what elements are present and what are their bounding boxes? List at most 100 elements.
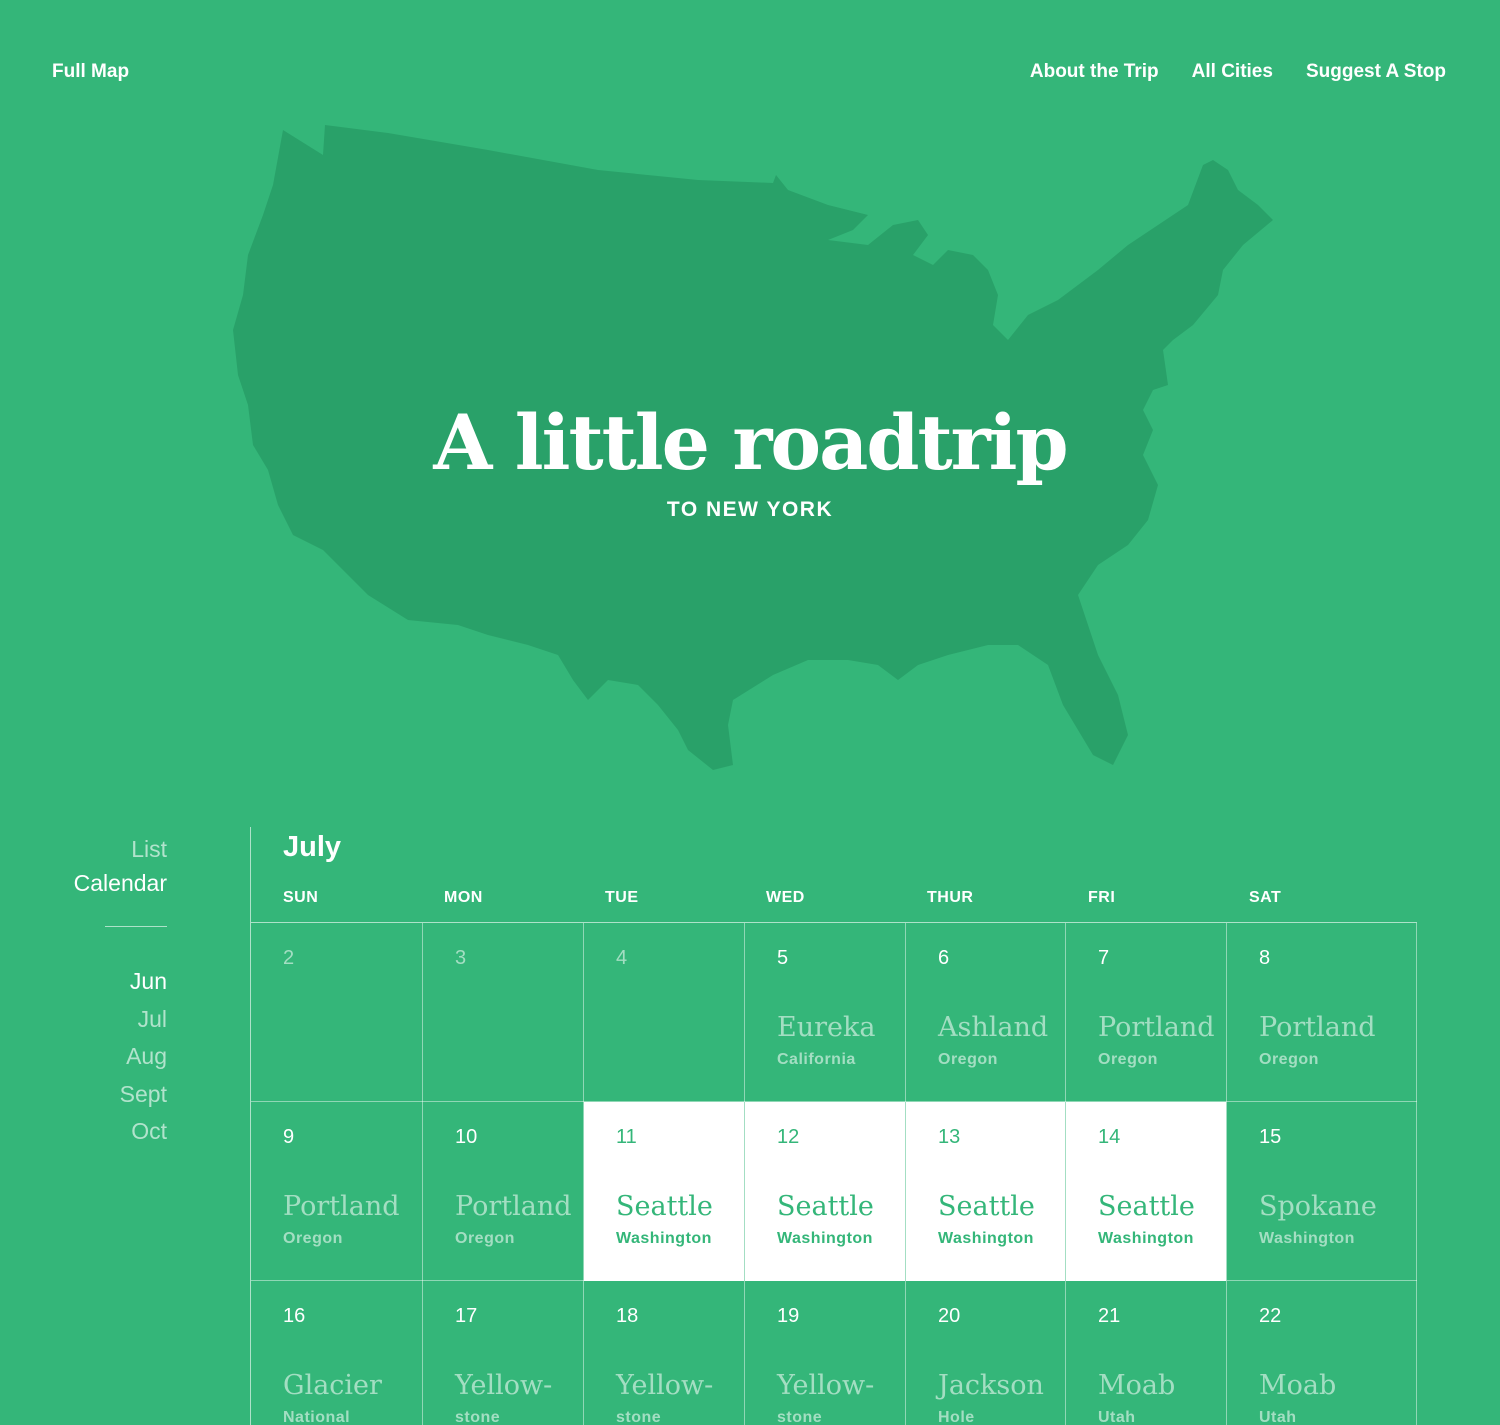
day-number: 4 [616,947,628,969]
day-number: 5 [777,947,789,969]
day-state: stone [616,1409,662,1425]
view-calendar-option[interactable]: Calendar [0,866,167,900]
day-number: 22 [1259,1305,1282,1327]
day-city: Yellow- [777,1370,875,1401]
day-city: Moab [1259,1370,1337,1401]
day-city: Spokane [1259,1191,1377,1222]
day-state: stone [777,1409,823,1425]
day-state: Hole [938,1409,975,1425]
calendar-day-cell[interactable]: 14 Seattle Washington [1066,1102,1227,1281]
day-city: Seattle [938,1191,1035,1222]
day-state: Washington [777,1230,873,1247]
calendar-day-cell[interactable]: 22 Moab Utah [1227,1281,1417,1425]
calendar-day-cell[interactable]: 8 Portland Oregon [1227,923,1417,1102]
calendar-day-cell[interactable]: 15 Spokane Washington [1227,1102,1417,1281]
calendar-weekday-header: SUN MON TUE WED THUR FRI SAT [251,889,1417,923]
calendar-week-row: 9 Portland Oregon 10 Portland Oregon 11 Seattle… [251,1102,1417,1281]
day-city: Portland [1259,1012,1376,1043]
day-number: 6 [938,947,950,969]
calendar-day-cell[interactable]: 4 [584,923,745,1102]
top-nav: About the Trip All Cities Suggest A Stop [1030,61,1446,83]
day-city: Portland [283,1191,400,1222]
calendar-sidebar: List Calendar Jun Jul Aug Sept Oct [0,832,167,1151]
calendar-day-cell[interactable]: 20 Jackson Hole [906,1281,1066,1425]
day-state: Washington [1259,1230,1355,1247]
day-city: Portland [1098,1012,1215,1043]
calendar-day-cell[interactable]: 16 Glacier National [251,1281,423,1425]
day-number: 11 [616,1126,637,1148]
day-number: 2 [283,947,295,969]
calendar-day-cell[interactable]: 18 Yellow-stone [584,1281,745,1425]
day-number: 14 [1098,1126,1121,1148]
calendar-day-cell[interactable]: 21 Moab Utah [1066,1281,1227,1425]
view-list-option[interactable]: List [0,832,167,866]
calendar-day-cell[interactable]: 11 Seattle Washington [584,1102,745,1281]
month-oct-option[interactable]: Oct [0,1113,167,1151]
calendar-day-cell[interactable]: 2 [251,923,423,1102]
calendar-week-row: 16 Glacier National 17 Yellow-stone 18 Yellow-… [251,1281,1417,1425]
hero-title: A little roadtrip [433,398,1068,487]
all-cities-link[interactable]: All Cities [1192,61,1273,83]
day-city: Seattle [1098,1191,1195,1222]
calendar-week-row: 2 3 4 5 Eureka California 6 Ashland Oregon 7 Portl… [251,923,1417,1102]
day-number: 9 [283,1126,295,1148]
weekday-label: WED [766,889,805,906]
day-number: 3 [455,947,467,969]
calendar-day-cell[interactable]: 9 Portland Oregon [251,1102,423,1281]
day-state: Utah [1098,1409,1136,1425]
day-number: 19 [777,1305,800,1327]
day-number: 21 [1098,1305,1121,1327]
day-state: Oregon [938,1051,998,1068]
about-trip-link[interactable]: About the Trip [1030,61,1159,83]
day-city: Portland [455,1191,572,1222]
day-number: 10 [455,1126,478,1148]
day-number: 16 [283,1305,306,1327]
day-state: Washington [1098,1230,1194,1247]
day-state: California [777,1051,856,1068]
day-state: Oregon [1259,1051,1319,1068]
day-number: 8 [1259,947,1271,969]
day-number: 12 [777,1126,800,1148]
calendar-day-cell[interactable]: 17 Yellow-stone [423,1281,584,1425]
day-state: stone [455,1409,501,1425]
day-number: 17 [455,1305,478,1327]
calendar: July SUN MON TUE WED THUR FRI SAT 2 3 4 5 Eu… [250,827,1417,1425]
calendar-grid: 2 3 4 5 Eureka California 6 Ashland Oregon 7 Portl… [251,923,1417,1425]
month-aug-option[interactable]: Aug [0,1038,167,1076]
weekday-label: SUN [283,889,319,906]
day-city: Yellow- [455,1370,553,1401]
weekday-label: SAT [1249,889,1282,906]
day-city: Eureka [777,1012,876,1043]
sidebar-divider [105,926,167,927]
day-number: 15 [1259,1126,1282,1148]
weekday-label: THUR [927,889,974,906]
day-number: 20 [938,1305,961,1327]
day-city: Glacier [283,1370,382,1401]
day-state: National [283,1409,351,1425]
calendar-day-cell[interactable]: 19 Yellow-stone [745,1281,906,1425]
day-city: Jackson [938,1370,1044,1401]
weekday-label: MON [444,889,483,906]
day-state: Oregon [1098,1051,1158,1068]
calendar-day-cell[interactable]: 5 Eureka California [745,923,906,1102]
month-jun-option[interactable]: Jun [0,963,167,1001]
calendar-day-cell[interactable]: 13 Seattle Washington [906,1102,1066,1281]
calendar-day-cell[interactable]: 3 [423,923,584,1102]
full-map-link[interactable]: Full Map [52,61,129,83]
calendar-day-cell[interactable]: 6 Ashland Oregon [906,923,1066,1102]
suggest-stop-link[interactable]: Suggest A Stop [1306,61,1446,83]
calendar-day-cell[interactable]: 12 Seattle Washington [745,1102,906,1281]
day-number: 7 [1098,947,1110,969]
day-number: 13 [938,1126,961,1148]
month-sept-option[interactable]: Sept [0,1076,167,1114]
month-jul-option[interactable]: Jul [0,1001,167,1039]
day-city: Yellow- [616,1370,714,1401]
calendar-day-cell[interactable]: 7 Portland Oregon [1066,923,1227,1102]
weekday-label: FRI [1088,889,1116,906]
day-number: 18 [616,1305,639,1327]
day-state: Oregon [455,1230,515,1247]
day-state: Washington [938,1230,1034,1247]
calendar-day-cell[interactable]: 10 Portland Oregon [423,1102,584,1281]
day-city: Ashland [938,1012,1049,1043]
calendar-month-title: July [283,831,342,863]
